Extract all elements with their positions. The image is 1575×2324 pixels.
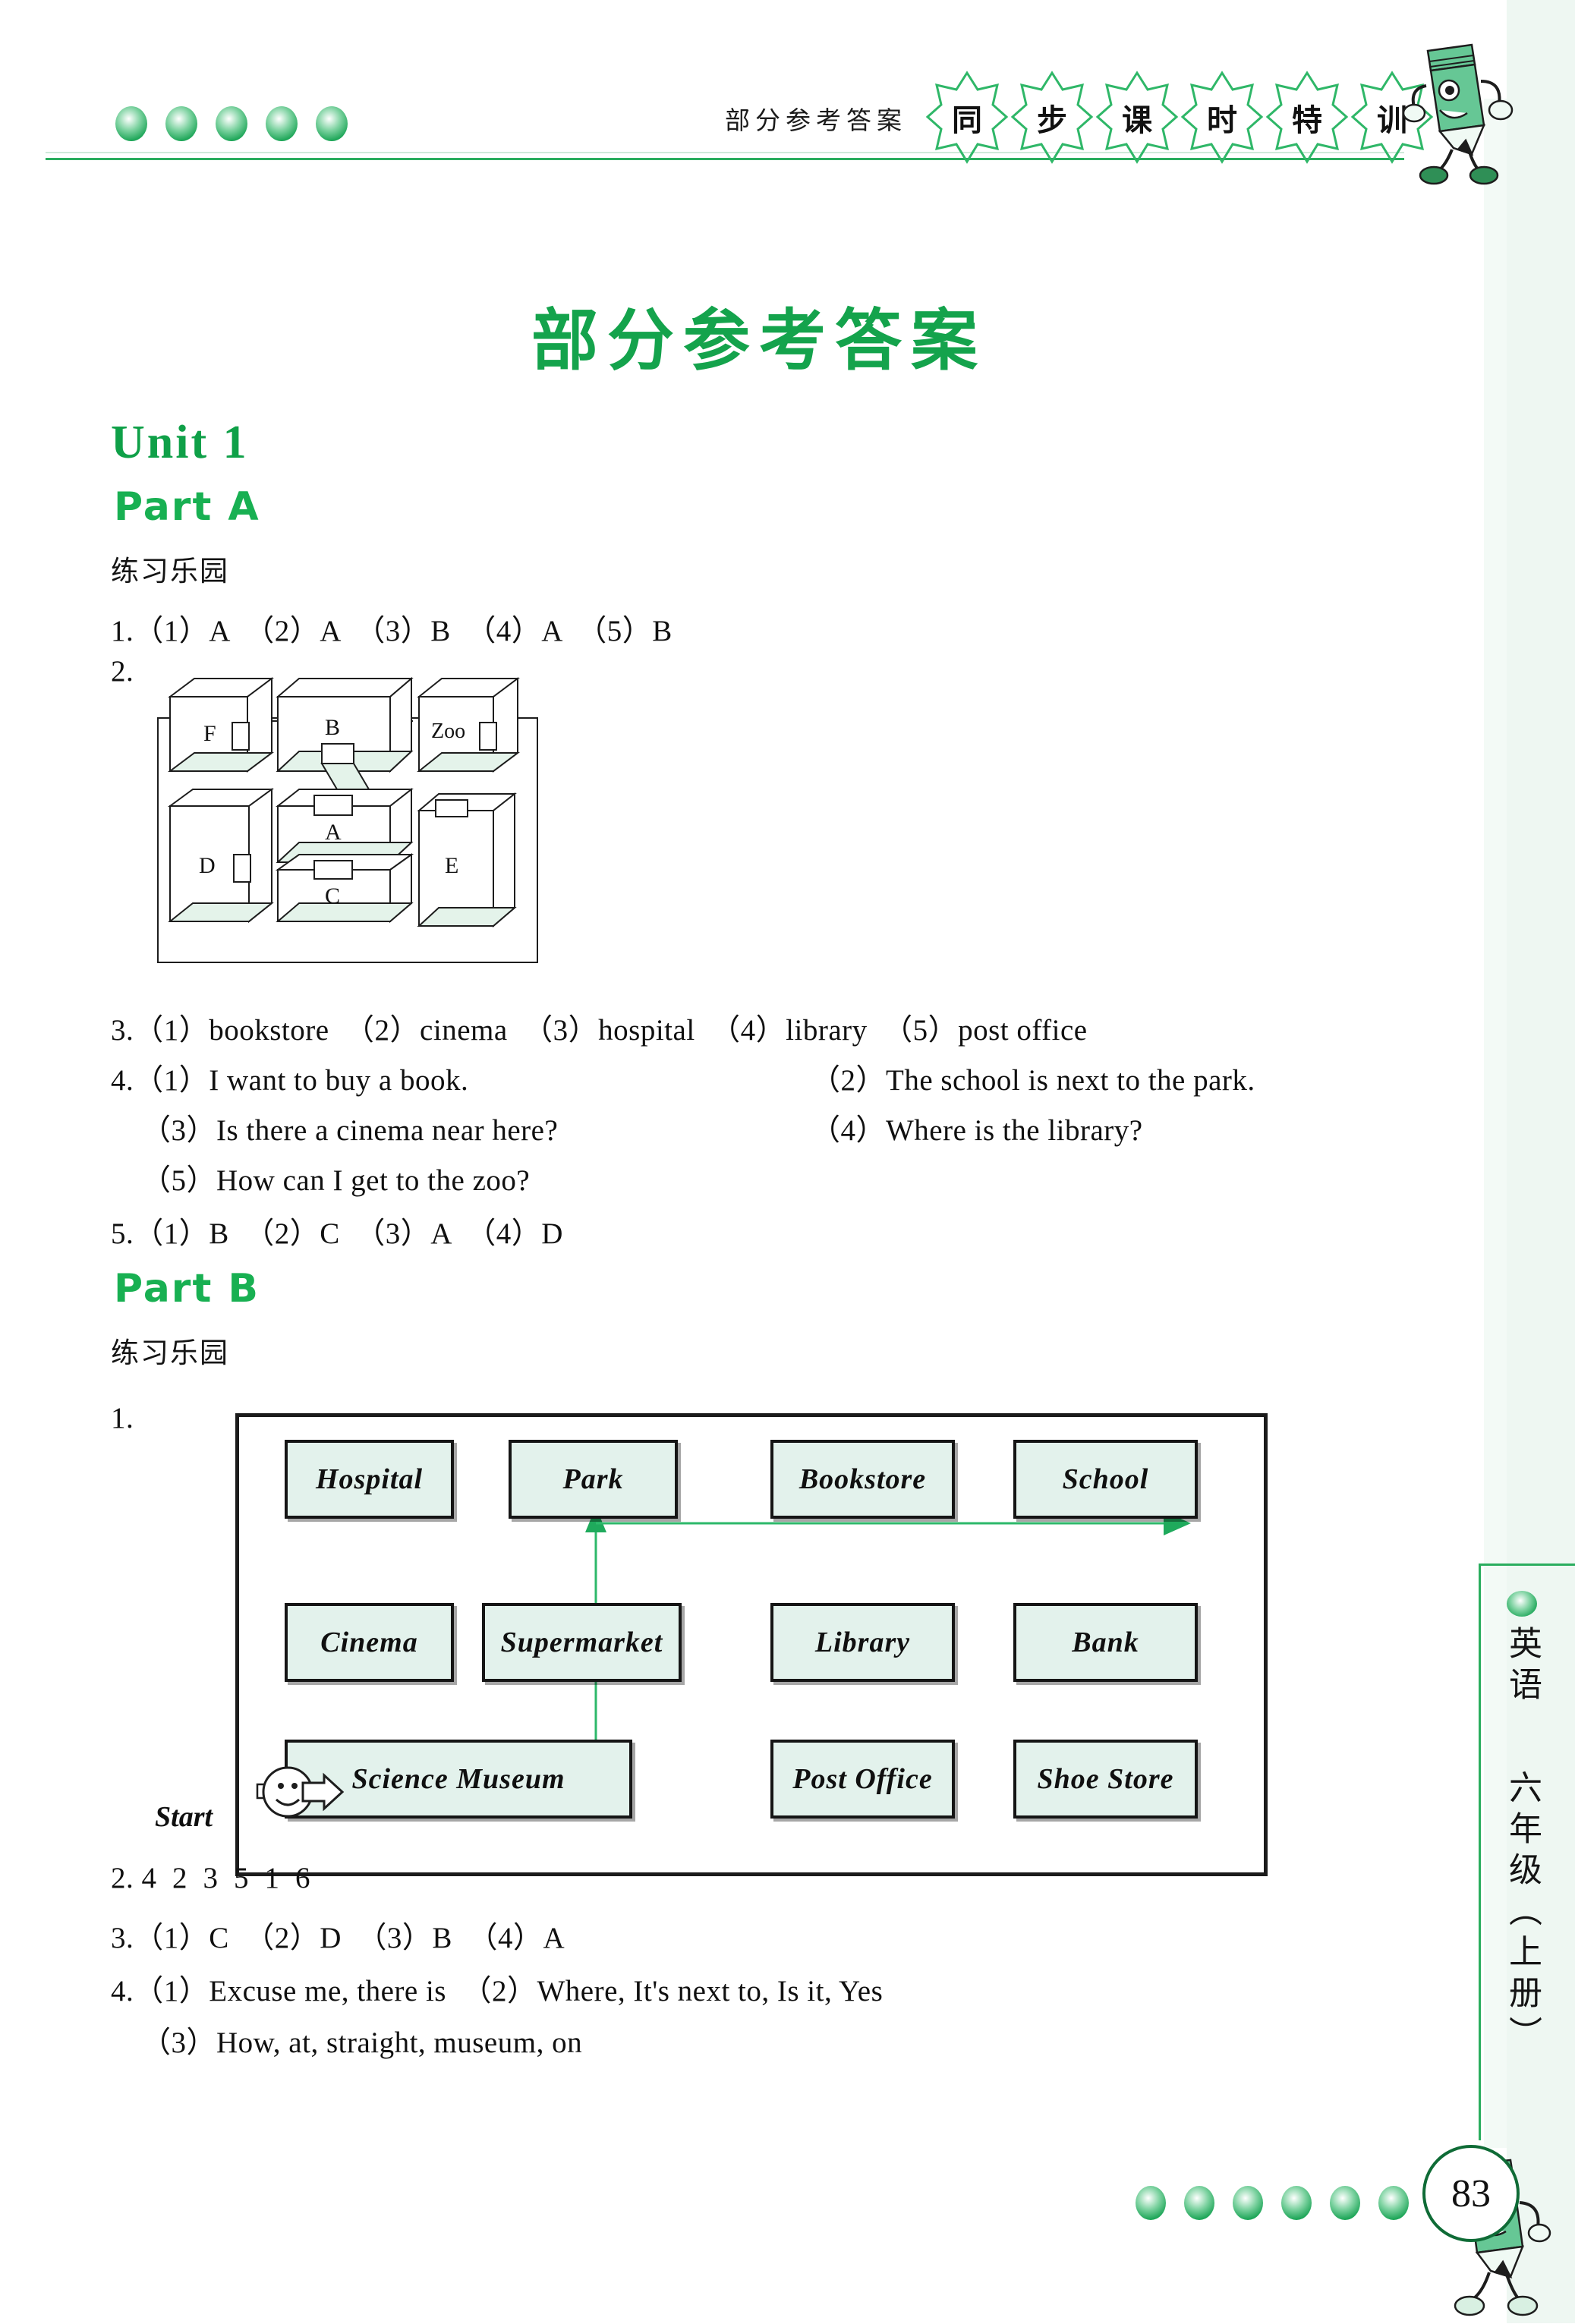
place-box-cinema[interactable]: Cinema: [285, 1603, 454, 1682]
place-box-supermarket[interactable]: Supermarket: [482, 1603, 682, 1682]
side-tab-dot-icon: [1507, 1591, 1537, 1617]
answer-b2: 2. 4 2 3 5 1 6: [111, 1862, 310, 1894]
answer-b4-1: 4.（1）Excuse me, there is （2）Where, It's …: [111, 1975, 884, 2008]
side-tab-rule-top: [1479, 1564, 1575, 1566]
part-a-heading: Part A: [114, 484, 260, 530]
footer-dot-icon: [1136, 2186, 1166, 2220]
answer-a4-1: 4.（1）I want to buy a book.: [111, 1064, 469, 1097]
page-title: 部分参考答案: [531, 301, 988, 379]
answer-a4-5: （5）How can I get to the zoo?: [141, 1164, 531, 1197]
building-diagram: F B Zoo D A C E: [149, 675, 551, 979]
star-badge: 特: [1265, 70, 1350, 165]
header-dot-icon: [266, 106, 298, 141]
star-char: 同: [952, 102, 982, 138]
side-tab-rule: [1479, 1564, 1481, 2140]
svg-text:Zoo: Zoo: [431, 720, 465, 743]
answer-a4-2: （2）The school is next to the park.: [811, 1064, 1255, 1097]
footer-dot-icon: [1184, 2186, 1214, 2220]
start-marker-icon: [256, 1760, 347, 1832]
footer-dot-icon: [1281, 2186, 1312, 2220]
svg-text:D: D: [199, 853, 216, 878]
answer-b1-number: 1.: [111, 1402, 134, 1434]
answer-key-page: 部分参考答案 同 步 课 时 特 训 部分参考答案 Unit 1 Part A …: [0, 0, 1575, 2323]
side-tab-subject: 英语 六年级（上册）: [1499, 1626, 1546, 2057]
header-dot-icon: [216, 106, 247, 141]
part-a-practice-label: 练习乐园: [111, 555, 229, 587]
star-badge: 课: [1095, 70, 1180, 165]
footer-dot-icon: [1233, 2186, 1263, 2220]
part-b-practice-label: 练习乐园: [111, 1337, 229, 1369]
footer-dot-row: [1136, 2186, 1409, 2220]
place-box-shoe-store[interactable]: Shoe Store: [1013, 1740, 1198, 1819]
header-dot-icon: [165, 106, 197, 141]
star-char: 课: [1122, 102, 1152, 138]
answer-b4-3: （3）How, at, straight, museum, on: [141, 2026, 583, 2059]
answer-a3: 3.（1）bookstore （2）cinema （3）hospital （4）…: [111, 1014, 1088, 1047]
svg-text:E: E: [445, 853, 458, 878]
place-box-hospital[interactable]: Hospital: [285, 1440, 454, 1519]
place-box-park[interactable]: Park: [509, 1440, 678, 1519]
svg-text:F: F: [203, 721, 216, 746]
pencil-mascot-icon: [1399, 34, 1520, 190]
answer-a4-4: （4）Where is the library?: [811, 1114, 1143, 1147]
svg-text:A: A: [325, 820, 342, 845]
answer-b3: 3.（1）C （2）D （3）B （4）A: [111, 1922, 565, 1954]
place-box-post-office[interactable]: Post Office: [770, 1740, 955, 1819]
star-badge: 步: [1010, 70, 1095, 165]
star-char: 时: [1207, 102, 1237, 138]
unit-heading: Unit 1: [111, 417, 249, 468]
svg-text:C: C: [325, 883, 340, 909]
answer-a5: 5.（1）B （2）C （3）A （4）D: [111, 1217, 563, 1250]
side-tab-grade-text: 六年级（上册）: [1503, 1770, 1542, 2057]
side-tab-subject-text: 英语: [1503, 1626, 1542, 1708]
svg-text:B: B: [325, 715, 340, 740]
place-box-library[interactable]: Library: [770, 1603, 955, 1682]
header-chinese-label: 部分参考答案: [725, 105, 907, 135]
footer-dot-icon: [1378, 2186, 1409, 2220]
place-box-bookstore[interactable]: Bookstore: [770, 1440, 955, 1519]
town-map-diagram: Hospital Park Bookstore School Cinema Su…: [235, 1413, 1268, 1876]
star-char: 步: [1037, 102, 1067, 138]
header-dot-icon: [316, 106, 348, 141]
star-badge: 时: [1180, 70, 1265, 165]
answer-a2-number: 2.: [111, 655, 134, 688]
header-star-banner: 同 步 课 时 特 训: [925, 70, 1435, 165]
footer-dot-icon: [1330, 2186, 1360, 2220]
start-label: Start: [155, 1801, 213, 1833]
answer-a4-3: （3）Is there a cinema near here?: [141, 1114, 559, 1147]
page-number: 83: [1422, 2145, 1520, 2242]
star-badge: 同: [925, 70, 1010, 165]
header-dot-row: [115, 106, 348, 141]
place-box-bank[interactable]: Bank: [1013, 1603, 1198, 1682]
place-box-school[interactable]: School: [1013, 1440, 1198, 1519]
answer-a1: 1.（1）A （2）A （3）B （4）A （5）B: [111, 615, 673, 647]
header-dot-icon: [115, 106, 147, 141]
part-b-heading: Part B: [114, 1266, 260, 1312]
star-char: 特: [1292, 102, 1322, 138]
